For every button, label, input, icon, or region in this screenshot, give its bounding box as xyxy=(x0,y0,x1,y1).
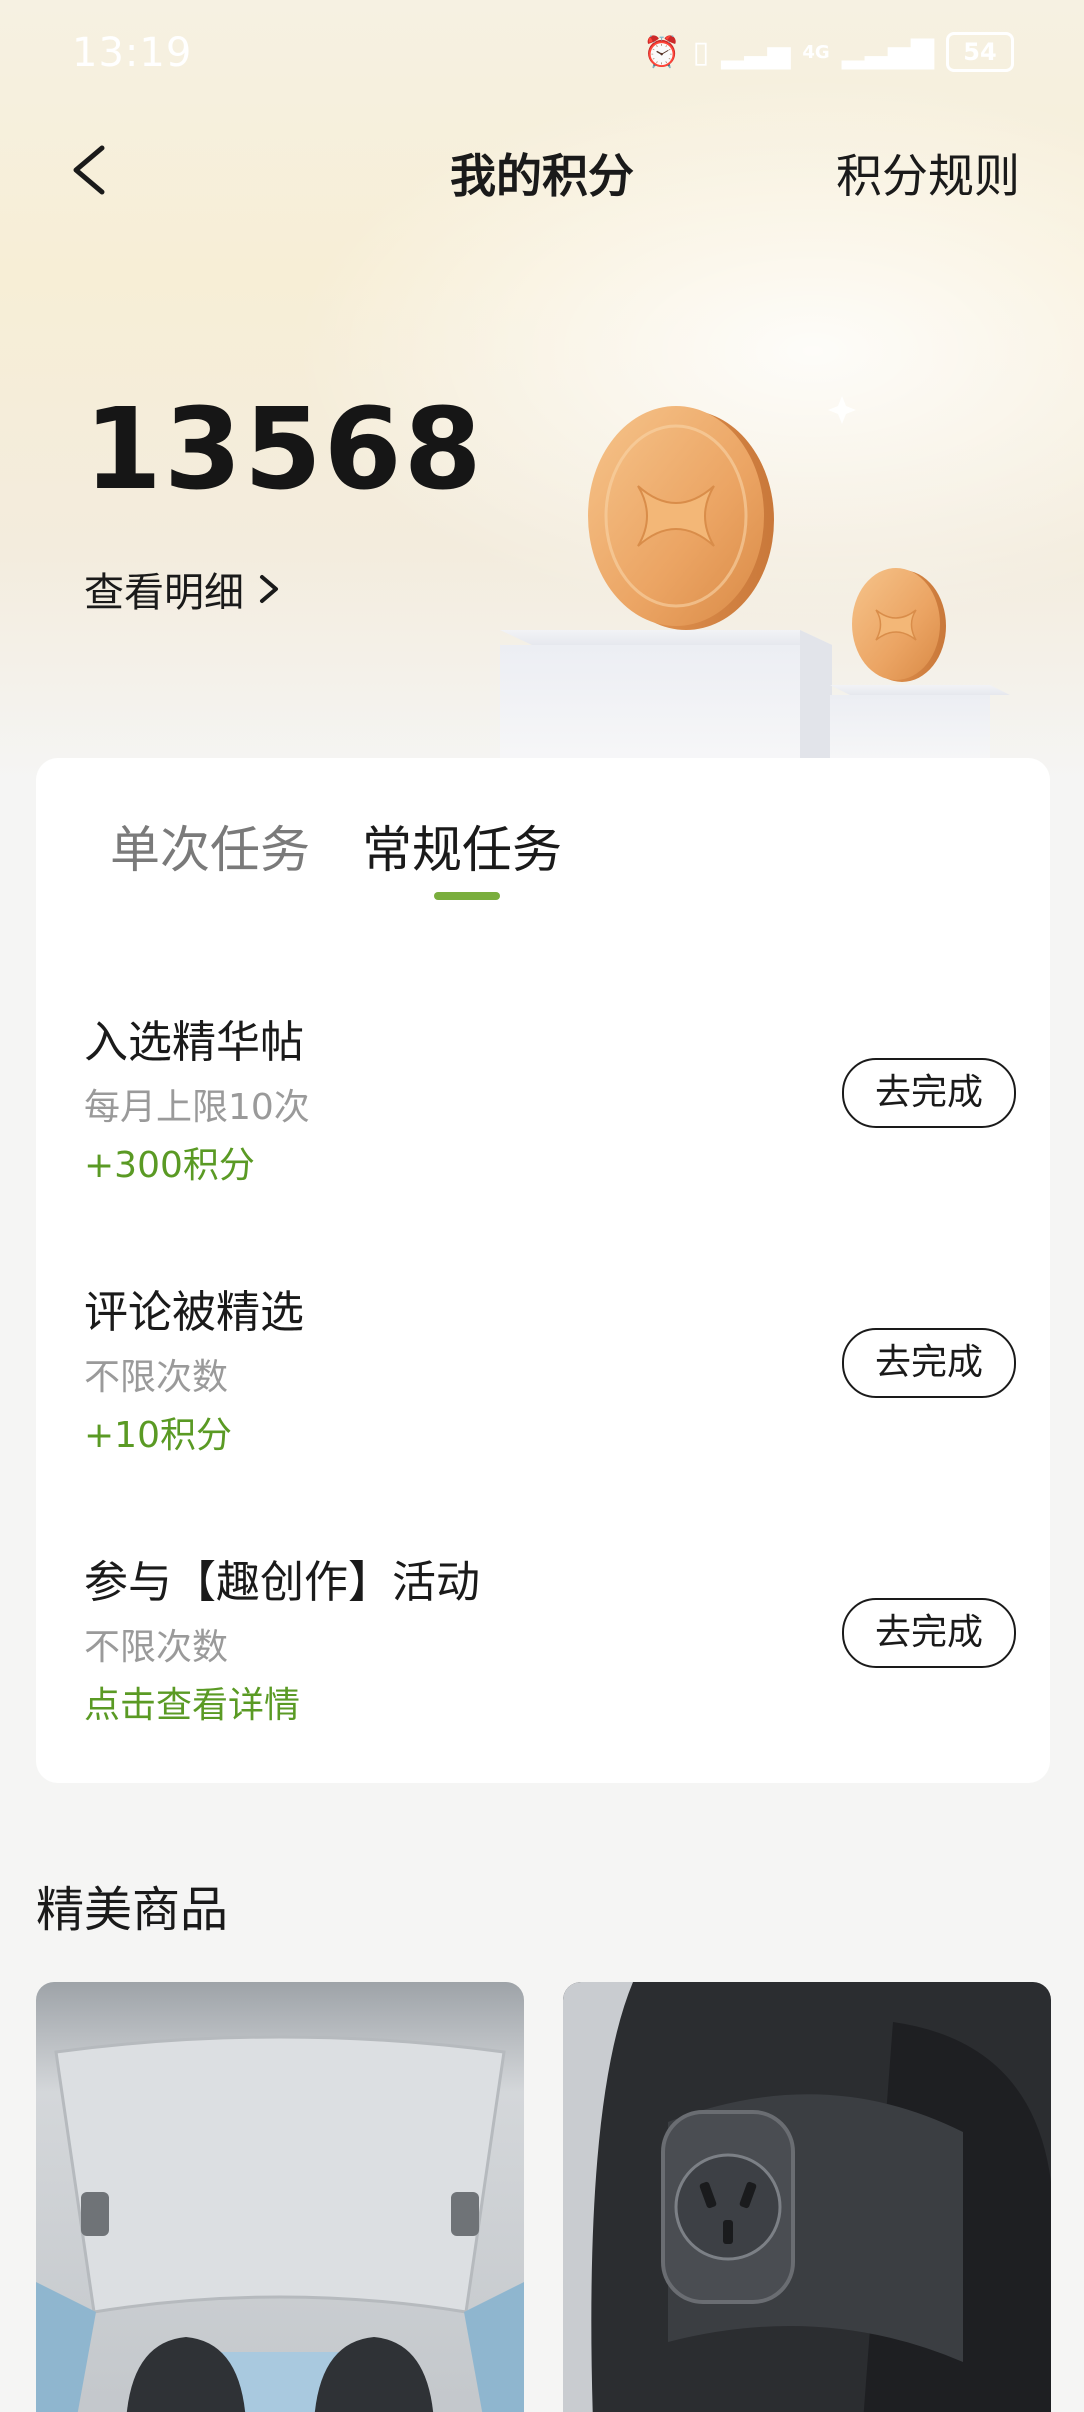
alarm-icon: ⏰ xyxy=(643,34,681,70)
view-details-label: 查看明细 xyxy=(84,570,244,616)
tab-single-task[interactable]: 单次任务 xyxy=(110,810,310,882)
task-reward: +10积分 xyxy=(84,1415,232,1456)
status-time: 13:19 xyxy=(72,30,193,76)
complete-task-button[interactable]: 去完成 xyxy=(842,1598,1016,1668)
hero-banner: 13:19 ⏰ ▯ ▂▃▅ 4G ▂▃▅▇ 54 我的积分 积分规则 13568… xyxy=(0,0,1084,780)
task-limit: 不限次数 xyxy=(84,1627,229,1668)
complete-task-button[interactable]: 去完成 xyxy=(842,1058,1016,1128)
task-title: 入选精华帖 xyxy=(84,1017,304,1068)
network-type: 4G xyxy=(802,41,830,63)
task-limit: 每月上限10次 xyxy=(84,1087,310,1128)
tab-regular-task[interactable]: 常规任务 xyxy=(362,810,562,882)
points-balance: 13568 xyxy=(84,385,484,515)
task-title: 评论被精选 xyxy=(84,1287,304,1338)
points-page: 13:19 ⏰ ▯ ▂▃▅ 4G ▂▃▅▇ 54 我的积分 积分规则 13568… xyxy=(0,0,1084,2412)
product-card-headliner[interactable] xyxy=(36,1982,524,2412)
nav-bar: 我的积分 积分规则 xyxy=(0,130,1084,210)
coin-podium-illustration xyxy=(500,396,1010,760)
product-card-charger[interactable] xyxy=(563,1982,1051,2412)
status-icons: ⏰ ▯ ▂▃▅ 4G ▂▃▅▇ 54 xyxy=(643,32,1014,72)
products-section-title: 精美商品 xyxy=(36,1882,229,1938)
signal-icon-2: ▂▃▅▇ xyxy=(841,34,934,70)
task-item: 评论被精选 不限次数 +10积分 去完成 xyxy=(84,1276,1016,1476)
task-card: 单次任务 常规任务 入选精华帖 每月上限10次 +300积分 去完成 评论被精选… xyxy=(36,758,1050,1783)
chevron-right-icon xyxy=(260,575,278,603)
product-image-car-roof xyxy=(36,1982,524,2412)
active-tab-indicator xyxy=(434,892,500,900)
task-reward: +300积分 xyxy=(84,1145,255,1186)
task-limit: 不限次数 xyxy=(84,1357,229,1398)
complete-task-button[interactable]: 去完成 xyxy=(842,1328,1016,1398)
points-rules-link[interactable]: 积分规则 xyxy=(836,140,1020,206)
signal-icon: ▂▃▅ xyxy=(721,34,791,70)
sparkle-icon xyxy=(828,396,856,424)
view-details-link[interactable]: 查看明细 xyxy=(84,560,282,618)
task-item: 入选精华帖 每月上限10次 +300积分 去完成 xyxy=(84,1006,1016,1206)
task-details-link[interactable]: 点击查看详情 xyxy=(84,1676,300,1728)
task-item: 参与【趣创作】活动 不限次数 点击查看详情 去完成 xyxy=(84,1546,1016,1746)
vibrate-icon: ▯ xyxy=(692,34,710,70)
battery-icon: 54 xyxy=(946,32,1014,72)
product-image-charging-port xyxy=(563,1982,1051,2412)
task-title: 参与【趣创作】活动 xyxy=(84,1557,480,1608)
status-bar: 13:19 ⏰ ▯ ▂▃▅ 4G ▂▃▅▇ 54 xyxy=(0,0,1084,110)
